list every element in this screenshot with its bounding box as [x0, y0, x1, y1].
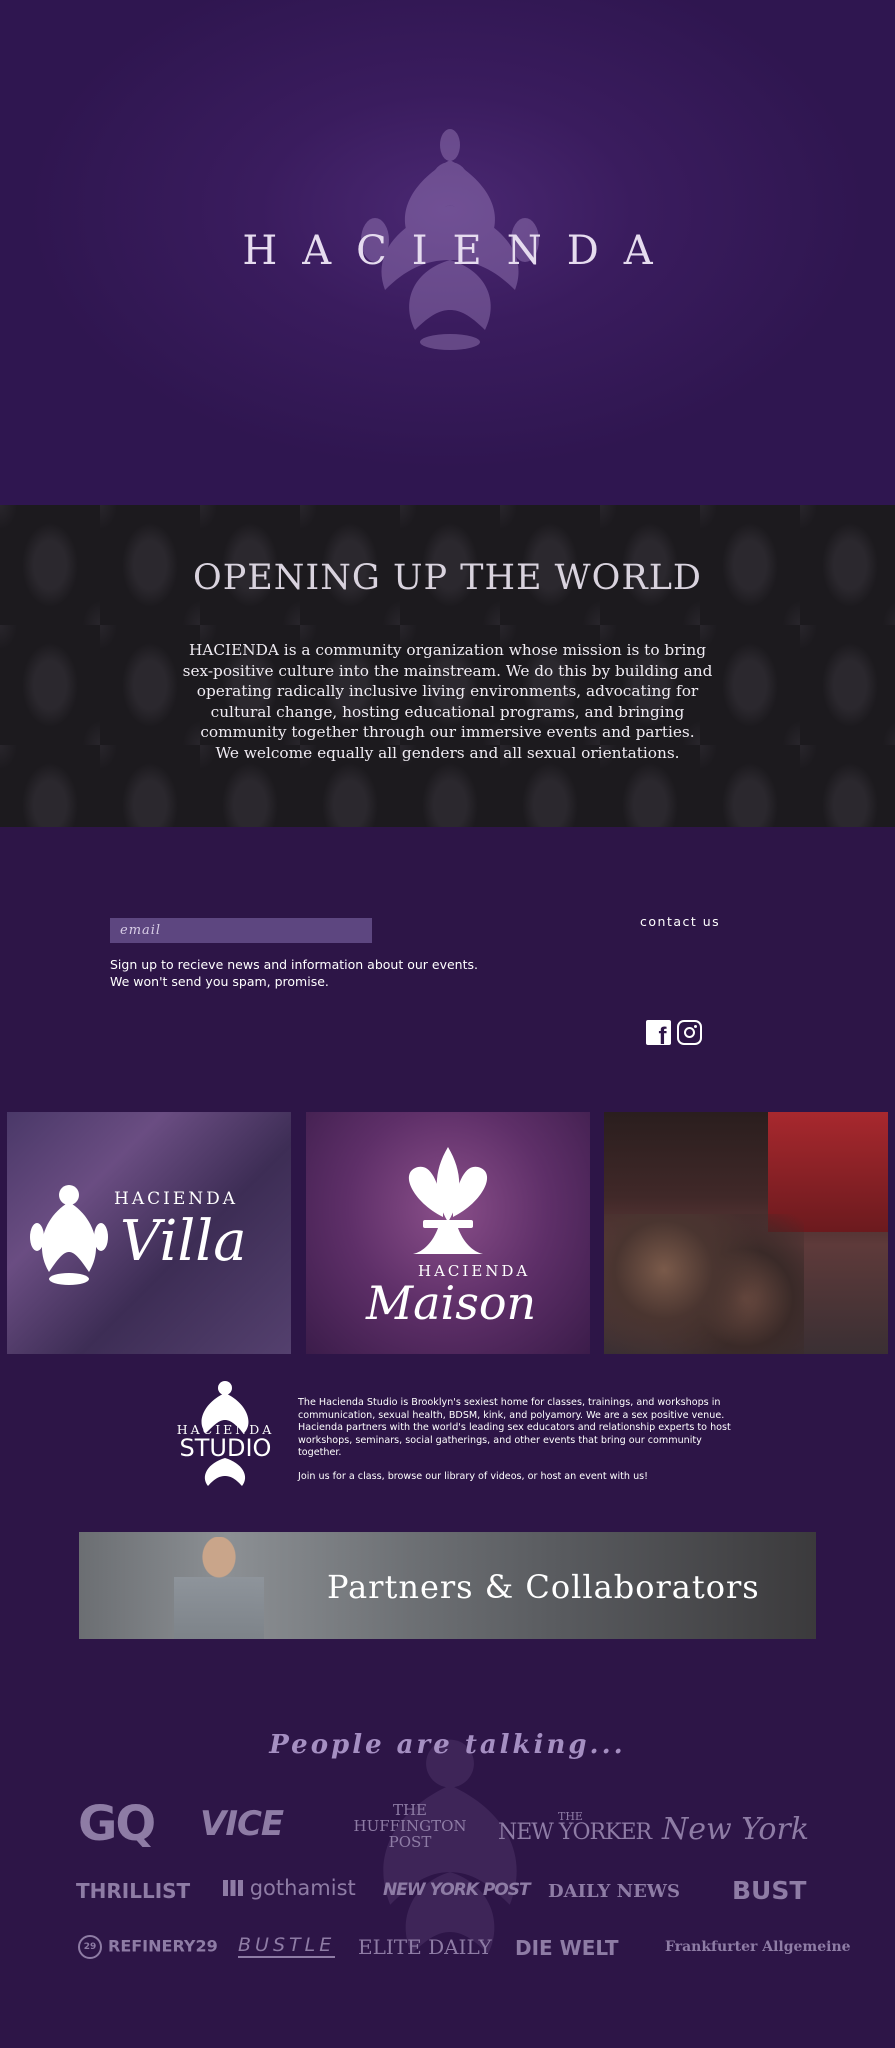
signup-line: We won't send you spam, promise.: [110, 974, 329, 989]
signup-note: Sign up to recieve news and information …: [110, 956, 478, 990]
studio-paragraph: The Hacienda Studio is Brooklyn's sexies…: [298, 1397, 731, 1459]
partners-banner[interactable]: Partners & Collaborators: [79, 1532, 816, 1639]
studio-logo: HACIENDA STUDIO: [168, 1378, 283, 1491]
partner-photo: [174, 1537, 264, 1639]
site-title: HACIENDA: [242, 228, 678, 274]
press-logo-nypost: NEW YORK POST: [383, 1880, 531, 1900]
press-logo-dailynews: DAILY NEWS: [548, 1881, 681, 1902]
studio-description: The Hacienda Studio is Brooklyn's sexies…: [298, 1397, 748, 1484]
refinery-label: REFINERY29: [108, 1936, 218, 1956]
press-logo-gothamist: gothamist: [223, 1876, 356, 1900]
villa-logo-script: Villa: [120, 1209, 247, 1274]
refinery-badge-icon: 29: [78, 1935, 102, 1959]
press-heading: People are talking...: [269, 1730, 626, 1760]
contact-us-link[interactable]: contact us: [640, 914, 720, 929]
press-logo-diewelt: DIE WELT: [515, 1936, 619, 1960]
mission-line: operating radically inclusive living env…: [196, 682, 699, 700]
mission-heading: OPENING UP THE WORLD: [193, 558, 702, 598]
press-logo-faz: Frankfurter Allgemeine: [665, 1939, 851, 1955]
audience-photo: [604, 1214, 804, 1354]
facebook-icon[interactable]: f: [646, 1020, 671, 1045]
huffington-line: POST: [388, 1833, 432, 1851]
villa-ornament-icon: [30, 1185, 108, 1285]
press-logo-refinery29: 29 REFINERY29: [78, 1935, 218, 1959]
huffington-line: THE: [392, 1801, 428, 1819]
villa-logo-top: HACIENDA: [114, 1189, 239, 1209]
huffington-line: HUFFINGTON: [353, 1817, 467, 1835]
villa-tile[interactable]: HACIENDA Villa: [7, 1112, 291, 1354]
gothamist-bars-icon: [223, 1880, 243, 1896]
press-logo-newyorker: NEW YORKER: [498, 1820, 652, 1845]
press-logo-bust: BUST: [732, 1876, 807, 1905]
press-logo-vice: VICE: [200, 1804, 284, 1844]
press-logo-elitedaily: ELITE DAILY: [358, 1935, 492, 1959]
press-logo-gq: GQ: [78, 1796, 156, 1852]
mission-text: HACIENDA is a community organization who…: [175, 640, 720, 763]
mission-line: HACIENDA is a community organization who…: [188, 641, 707, 659]
maison-logo-script: Maison: [366, 1276, 537, 1330]
email-input[interactable]: [110, 918, 372, 943]
press-logo-huffington: THE HUFFINGTON POST: [345, 1802, 475, 1850]
mission-line: We welcome equally all genders and all s…: [215, 743, 680, 762]
mission-line: sex-positive culture into the mainstream…: [182, 661, 713, 680]
studio-logo-bottom: STUDIO: [179, 1434, 272, 1462]
studio-event-tile[interactable]: [604, 1112, 888, 1354]
signup-line: Sign up to recieve news and information …: [110, 957, 478, 972]
mission-line: community together through our immersive…: [200, 723, 695, 741]
gothamist-label: gothamist: [249, 1876, 356, 1900]
press-logo-newyork: New York: [662, 1812, 809, 1847]
partners-title: Partners & Collaborators: [327, 1568, 760, 1606]
mission-line: cultural change, hosting educational pro…: [210, 702, 685, 721]
hero-section: HACIENDA: [0, 0, 895, 505]
maison-tile[interactable]: HACIENDA Maison: [306, 1112, 590, 1354]
studio-cta: Join us for a class, browse our library …: [298, 1470, 648, 1482]
press-logo-bustle: BUSTLE: [238, 1934, 336, 1958]
maison-fleur-icon: [408, 1147, 488, 1254]
instagram-icon[interactable]: [677, 1020, 702, 1045]
press-logo-thrillist: THRILLIST: [76, 1879, 191, 1903]
